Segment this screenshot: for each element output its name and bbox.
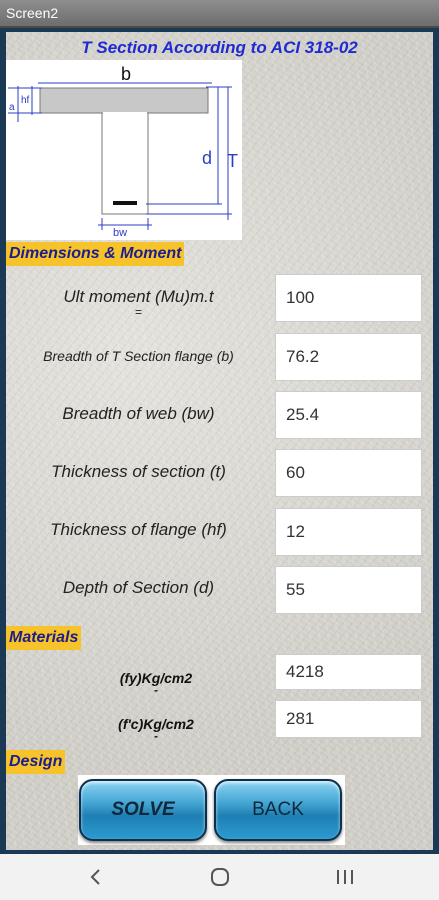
flange-shape: [39, 87, 209, 114]
chevron-left-icon: [90, 869, 100, 885]
rebar-mark: [113, 201, 137, 205]
section-dimensions: Dimensions & Moment: [6, 242, 185, 266]
field-label-hf: Thickness of flange (hf): [50, 520, 227, 539]
nav-home-button[interactable]: [190, 862, 250, 892]
web-shape: [101, 112, 149, 215]
button-bar: SOLVE BACK: [78, 775, 345, 845]
section-thickness-input[interactable]: [275, 449, 422, 497]
form-content[interactable]: T Section According to ACI 318-02 b hf a…: [6, 32, 433, 850]
solve-button[interactable]: SOLVE: [79, 779, 207, 841]
fy-input[interactable]: [275, 654, 422, 690]
title-bar: Screen2: [0, 0, 439, 28]
web-breadth-input[interactable]: [275, 391, 422, 439]
screen-frame: T Section According to ACI 318-02 b hf a…: [0, 28, 439, 854]
diagram-label-bw: bw: [113, 227, 127, 239]
fy-label: (fy)Kg/cm2 -: [46, 670, 266, 697]
field-label-d: Depth of Section (d): [62, 578, 215, 597]
section-materials: Materials: [6, 626, 82, 650]
field-label-t: Thickness of section (t): [51, 462, 226, 481]
fy-label-sub: -: [154, 683, 158, 697]
diagram-label-d: d: [202, 148, 212, 168]
back-button[interactable]: BACK: [214, 779, 342, 841]
field-label-mu: Ult moment (Mu)m.t =: [6, 287, 271, 319]
home-circle-icon: [211, 868, 229, 886]
diagram-label-a: a: [9, 102, 15, 113]
field-label-b: Breadth of T Section flange (b): [43, 348, 234, 364]
t-section-diagram: b hf a d T bw: [6, 60, 242, 240]
fc-label-sub: -: [154, 729, 158, 743]
nav-recents-button[interactable]: [315, 862, 375, 892]
fc-label: (f'c)Kg/cm2 -: [46, 716, 266, 743]
flange-thickness-input[interactable]: [275, 508, 422, 556]
system-nav-bar: [0, 854, 439, 900]
window-title: Screen2: [6, 5, 59, 21]
nav-back-button[interactable]: [66, 862, 126, 892]
diagram-label-t: T: [227, 151, 238, 171]
mu-input[interactable]: [275, 274, 422, 322]
diagram-label-hf: hf: [21, 95, 30, 106]
field-label-bw: Breadth of web (bw): [62, 404, 215, 423]
fc-input[interactable]: [275, 700, 422, 738]
field-label-mu-sub: =: [134, 305, 142, 319]
section-design: Design: [6, 750, 66, 774]
recents-bars-icon: [337, 870, 353, 884]
diagram-label-b: b: [121, 64, 131, 84]
depth-input[interactable]: [275, 566, 422, 614]
page-title: T Section According to ACI 318-02: [81, 38, 358, 57]
t-section-drawing: b hf a d T bw: [8, 64, 238, 239]
flange-breadth-input[interactable]: [275, 333, 422, 381]
field-label-mu-text: Ult moment (Mu)m.t: [63, 287, 214, 306]
